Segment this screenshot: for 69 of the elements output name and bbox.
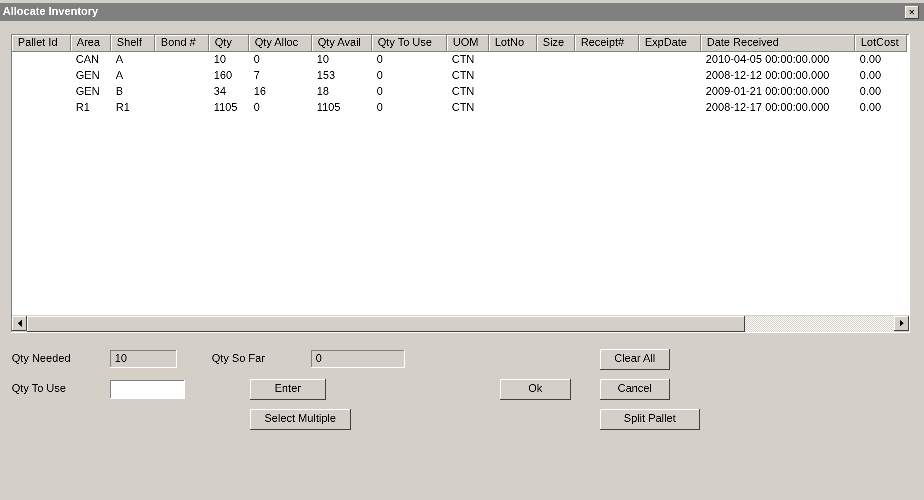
table-cell-text: R1 — [115, 101, 132, 116]
column-header[interactable]: Bond # — [155, 35, 209, 52]
column-header[interactable]: Size — [537, 35, 575, 52]
table-cell-text: A — [115, 69, 124, 84]
table-cell-text: 1105 — [213, 101, 239, 116]
column-header[interactable]: Qty To Use — [372, 35, 447, 52]
table-cell-text: 0.00 — [859, 69, 882, 84]
column-header[interactable]: Pallet Id — [12, 35, 71, 52]
table-cell-text: 2008-12-17 00:00:00.000 — [705, 101, 831, 116]
left-arrow-icon — [18, 320, 22, 327]
field-label: Qty So Far — [212, 353, 266, 365]
table-cell-text: CTN — [451, 69, 476, 84]
table-cell-text: 0.00 — [859, 101, 882, 116]
split-pallet-button[interactable]: Split Pallet — [600, 408, 700, 430]
window-title: Allocate Inventory — [3, 6, 98, 18]
table-cell-text: B — [115, 85, 124, 100]
column-header[interactable]: Area — [71, 35, 111, 52]
table-cell-text: CAN — [75, 53, 100, 68]
table-cell-text: 2008-12-12 00:00:00.000 — [705, 69, 831, 84]
right-arrow-icon — [900, 320, 904, 327]
column-header[interactable]: LotNo — [489, 35, 537, 52]
table-cell-text: CTN — [451, 53, 476, 68]
table-cell-text: 2010-04-05 00:00:00.000 — [705, 53, 831, 68]
table-cell-text: 1105 — [316, 101, 342, 116]
table-cell-text: 7 — [253, 69, 262, 84]
column-header[interactable]: Shelf — [111, 35, 155, 52]
table-cell-text: 0.00 — [859, 53, 882, 68]
table-cell-text: GEN — [75, 85, 101, 100]
enter-button[interactable]: Enter — [250, 378, 326, 400]
table-cell-text: CTN — [451, 85, 476, 100]
column-header[interactable]: LotCost — [855, 35, 907, 52]
table-cell-text: 10 — [316, 53, 330, 68]
table-cell-text: 160 — [213, 69, 234, 84]
close-button[interactable]: × — [905, 6, 919, 18]
table-cell-text: 0 — [376, 101, 384, 116]
table-cell-text: 10 — [213, 53, 228, 68]
cancel-button[interactable]: Cancel — [600, 378, 670, 400]
column-header[interactable]: Qty — [209, 35, 249, 52]
table-cell-text: 153 — [316, 69, 336, 84]
table-cell-text: 0 — [253, 101, 262, 116]
field-label: Qty To Use — [12, 383, 68, 395]
table-cell-text: 2009-01-21 00:00:00.000 — [705, 85, 831, 100]
table-cell-text: 0 — [376, 53, 384, 68]
column-header[interactable]: Qty Alloc — [249, 35, 312, 52]
table-cell-text: 0 — [376, 69, 384, 84]
table-cell-text: A — [115, 53, 124, 68]
table-cell-text: 16 — [253, 85, 268, 100]
table-cell-text: GEN — [75, 69, 101, 84]
column-header[interactable]: Qty Avail — [312, 35, 372, 52]
select-multiple-button[interactable]: Select Multiple — [250, 408, 351, 430]
ok-button[interactable]: Ok — [500, 378, 571, 400]
table-cell-text: CTN — [451, 101, 476, 116]
table-cell-text: 34 — [213, 85, 228, 100]
table-cell-text: 0 — [253, 53, 262, 68]
field-label: Qty Needed — [12, 353, 72, 365]
clear-all-button[interactable]: Clear All — [600, 348, 670, 370]
qty-needed-field: 10 — [110, 350, 177, 368]
table-cell-text: 0.00 — [859, 85, 882, 100]
column-header[interactable]: Receipt# — [575, 35, 639, 52]
table-cell-text: 18 — [316, 85, 330, 100]
table-cell-text: R1 — [75, 101, 92, 116]
column-header[interactable]: ExpDate — [639, 35, 701, 52]
column-header[interactable]: UOM — [447, 35, 489, 52]
column-header[interactable]: Date Received — [701, 35, 855, 52]
scroll-left-button[interactable] — [12, 316, 27, 331]
scroll-right-button[interactable] — [894, 316, 909, 331]
table-cell-text: 0 — [376, 85, 384, 100]
qty-to-use-field[interactable] — [110, 380, 185, 398]
qty-so-far-field: 0 — [311, 350, 405, 368]
